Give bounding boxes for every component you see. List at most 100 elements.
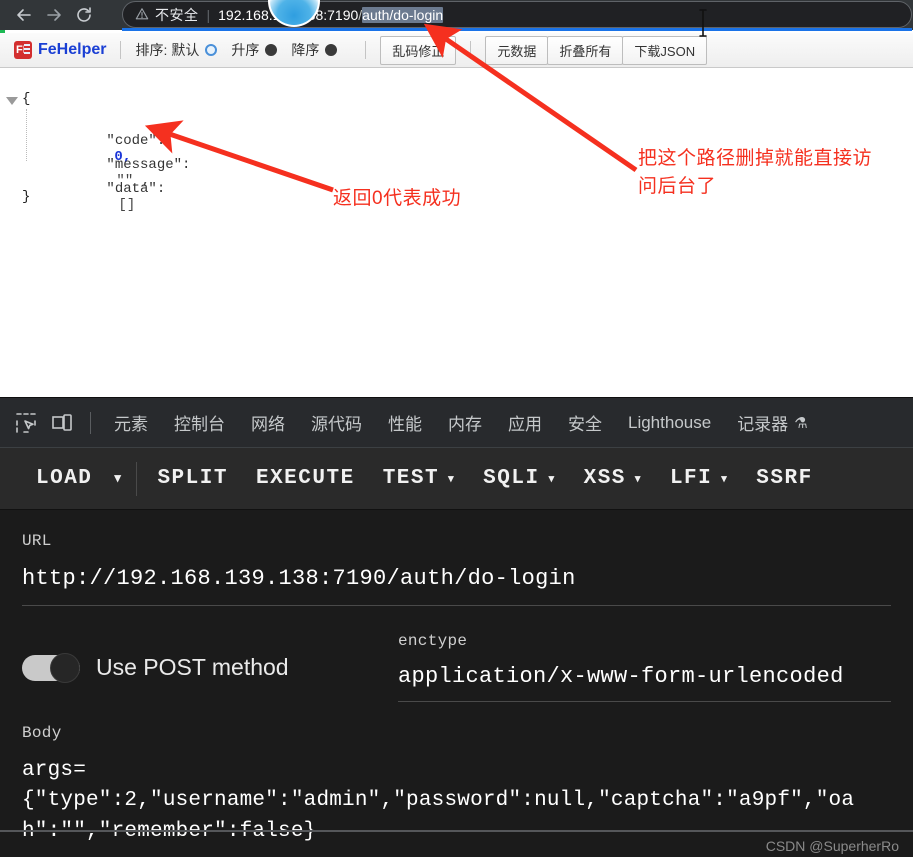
tab-memory[interactable]: 内存 (435, 398, 495, 448)
hackbar-ssrf-button[interactable]: SSRF (742, 467, 826, 490)
radio-selected-icon[interactable] (205, 44, 218, 56)
fehelper-logo-icon: FE (14, 41, 32, 59)
hackbar-execute-button[interactable]: EXECUTE (242, 467, 369, 490)
body-json-value[interactable]: {"type":2,"username":"admin","password":… (22, 786, 891, 847)
post-method-label: Use POST method (96, 654, 289, 680)
json-key-data-label: "data": (106, 181, 166, 197)
url-field-group: URL http://192.168.139.138:7190/auth/do-… (22, 510, 891, 606)
inspect-element-icon[interactable] (8, 405, 44, 441)
tab-network[interactable]: 网络 (238, 398, 298, 448)
hackbar-divider (136, 461, 138, 496)
reload-icon[interactable] (70, 1, 98, 29)
chevron-down-icon: ▾ (721, 473, 729, 486)
enctype-field-value[interactable]: application/x-www-form-urlencoded (398, 664, 891, 689)
hackbar-test-button[interactable]: TEST ▾ (369, 467, 469, 490)
tab-lighthouse[interactable]: Lighthouse (615, 398, 724, 448)
indent-guide (26, 109, 27, 161)
tab-console[interactable]: 控制台 (161, 398, 238, 448)
tab-recorder[interactable]: 记录器 ⚗ (724, 398, 820, 448)
json-key-data: "data": [] (56, 165, 165, 229)
tab-security[interactable]: 安全 (555, 398, 615, 448)
csdn-watermark: CSDN @SuperherRo (765, 838, 899, 854)
tab-elements[interactable]: 元素 (101, 398, 161, 448)
flask-icon: ⚗ (794, 414, 808, 432)
hackbar-split-button[interactable]: SPLIT (143, 467, 242, 490)
tab-application[interactable]: 应用 (495, 398, 555, 448)
back-icon[interactable] (10, 1, 38, 29)
enctype-field-label: enctype (398, 632, 468, 650)
tab-recorder-label: 记录器 (737, 415, 789, 434)
enctype-field-group: enctype application/x-www-form-urlencode… (398, 632, 891, 702)
hackbar-sqli-label: SQLI (483, 467, 540, 490)
hackbar-body: URL http://192.168.139.138:7190/auth/do-… (0, 510, 913, 857)
chevron-down-icon: ▾ (634, 473, 642, 486)
sort-option-asc-label: 升序 (231, 42, 260, 58)
annotation-delete-path-line1: 把这个路径删掉就能直接访 (638, 148, 873, 169)
fehelper-logo-text: FE (15, 44, 31, 56)
collapse-all-button[interactable]: 折叠所有 (547, 35, 624, 65)
hackbar-toolbar: LOAD ▾ SPLIT EXECUTE TEST ▾ SQLI ▾ XSS ▾… (0, 448, 913, 510)
hackbar-load-caret-icon[interactable]: ▾ (106, 471, 130, 486)
metadata-button[interactable]: 元数据 (485, 35, 549, 65)
hackbar-load-button[interactable]: LOAD (22, 467, 106, 490)
not-secure-label: 不安全 (155, 6, 199, 23)
chevron-down-icon: ▾ (448, 473, 456, 486)
devtools-panel: 元素 控制台 网络 源代码 性能 内存 应用 安全 Lighthouse 记录器… (0, 397, 913, 857)
json-value-data: [] (118, 197, 136, 213)
fix-encoding-button[interactable]: 乱码修正 (380, 35, 457, 65)
sort-label: 排序: (135, 42, 168, 58)
hackbar-test-label: TEST (382, 467, 440, 490)
body-args-prefix[interactable]: args= (22, 756, 891, 786)
not-secure-warning-icon (135, 7, 149, 23)
body-field-label: Body (22, 724, 62, 742)
url-field-value[interactable]: http://192.168.139.138:7190/auth/do-logi… (22, 566, 891, 591)
tab-performance[interactable]: 性能 (375, 398, 435, 448)
body-field-group: Body args= {"type":2,"username":"admin",… (22, 724, 891, 847)
hackbar-xss-button[interactable]: XSS ▾ (570, 467, 656, 490)
screenshot-root: 不安全 | 192.168.139.138:7190/auth/do-login… (0, 0, 913, 857)
annotation-delete-path-line2: 问后台了 (638, 176, 717, 197)
fehelper-name: FeHelper (38, 41, 107, 58)
text-cursor-icon (698, 8, 708, 38)
sort-option-default[interactable]: 默认 (171, 40, 218, 60)
toggle-knob (50, 652, 80, 683)
tab-sources[interactable]: 源代码 (298, 398, 375, 448)
sort-option-desc[interactable]: 降序 (291, 40, 338, 60)
url-field-underline (22, 605, 891, 606)
address-bar-url[interactable]: 192.168.139.138:7190/auth/do-login (218, 6, 444, 23)
annotation-return-code: 返回0代表成功 (333, 188, 462, 209)
enctype-field-underline (398, 701, 891, 702)
sort-option-desc-label: 降序 (291, 42, 320, 58)
download-json-button[interactable]: 下载JSON (622, 35, 708, 65)
method-and-enctype-row: Use POST method enctype application/x-ww… (22, 632, 891, 702)
chevron-down-icon: ▾ (548, 473, 556, 486)
omnibox-separator: | (206, 6, 211, 23)
json-viewer: { "code": 0, "message": "" , "data": [] … (0, 69, 913, 397)
sort-option-asc[interactable]: 升序 (231, 40, 278, 60)
forward-icon[interactable] (40, 1, 68, 29)
hackbar-lfi-button[interactable]: LFI ▾ (656, 467, 742, 490)
devtools-tabbar-divider (90, 411, 91, 434)
address-bar[interactable]: 不安全 | 192.168.139.138:7190/auth/do-login (122, 1, 912, 28)
hackbar-xss-label: XSS (583, 467, 626, 490)
watermark-strike (0, 830, 913, 832)
post-method-toggle[interactable] (22, 652, 80, 683)
toolbar-divider-3 (470, 41, 472, 59)
hackbar-sqli-button[interactable]: SQLI ▾ (469, 467, 569, 490)
url-field-label: URL (22, 532, 52, 550)
device-toolbar-icon[interactable] (44, 405, 80, 441)
navigation-buttons (10, 1, 98, 29)
collapse-caret-icon[interactable] (6, 97, 18, 105)
fehelper-toolbar: FE FeHelper 排序: 默认 升序 降序 乱码修正 元数据 折叠所有 下… (0, 33, 913, 68)
fehelper-action-buttons: 元数据 折叠所有 下载JSON (485, 35, 708, 65)
toolbar-divider-2 (365, 41, 367, 59)
sort-option-default-label: 默认 (171, 42, 200, 58)
radio-unselected-icon[interactable] (265, 44, 278, 56)
toolbar-divider-1 (120, 41, 122, 59)
radio-unselected-icon[interactable] (325, 44, 338, 56)
post-method-toggle-group[interactable]: Use POST method (22, 632, 398, 683)
devtools-tabbar: 元素 控制台 网络 源代码 性能 内存 应用 安全 Lighthouse 记录器… (0, 398, 913, 448)
hackbar-lfi-label: LFI (669, 467, 713, 490)
json-open-brace: { (22, 91, 31, 107)
url-path-selected: auth/do-login (362, 6, 444, 23)
